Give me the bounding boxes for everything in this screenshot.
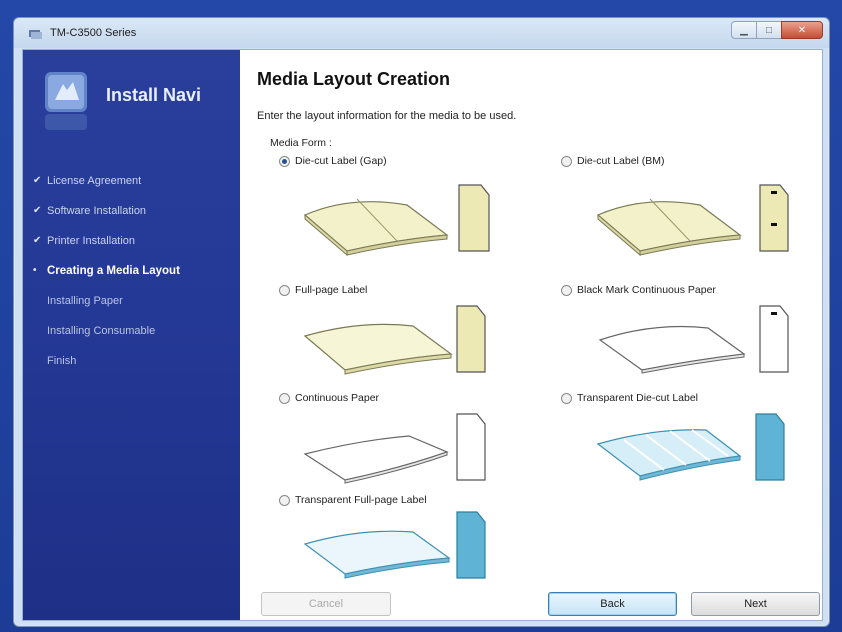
maximize-button[interactable]: □ [756,21,782,39]
step-label: License Agreement [47,175,142,187]
main-panel: Media Layout Creation Enter the layout i… [241,50,822,620]
close-icon: ✕ [797,24,807,36]
option-label: Black Mark Continuous Paper [577,284,716,296]
radio-unselected-icon[interactable] [279,392,290,404]
check-icon: ✔ [33,235,42,246]
page-title: Media Layout Creation [257,69,451,89]
step-creating-media-layout: • Creating a Media Layout [33,264,180,294]
option-label: Transparent Die-cut Label [577,392,699,404]
minimize-icon: ▁ [740,24,748,36]
step-license-agreement: ✔ License Agreement [33,174,180,204]
window-client: Install Navi ✔ License Agreement ✔ Softw… [22,49,823,621]
media-form-label: Media Form : [270,137,332,149]
wizard-sidebar: Install Navi ✔ License Agreement ✔ Softw… [23,50,240,620]
maximize-icon: □ [765,24,773,36]
radio-unselected-icon[interactable] [561,284,572,296]
step-software-installation: ✔ Software Installation [33,204,180,234]
radio-transparent-full-page-label[interactable]: Transparent Full-page Label [279,494,427,506]
window-controls: ▁ □ ✕ [731,21,823,39]
step-label: Finish [47,355,77,367]
instruction-text: Enter the layout information for the med… [257,110,517,122]
radio-transparent-die-cut-label[interactable]: Transparent Die-cut Label [561,392,698,404]
install-navi-logo [45,72,87,130]
close-button[interactable]: ✕ [781,21,823,39]
option-label: Die-cut Label (Gap) [295,155,387,167]
app-icon [29,30,42,39]
cancel-button[interactable]: Cancel [261,592,391,616]
radio-selected-icon[interactable] [279,155,290,167]
transparent-die-cut-illustration [596,413,785,481]
radio-full-page-label[interactable]: Full-page Label [279,284,367,296]
radio-die-cut-label-gap[interactable]: Die-cut Label (Gap) [279,155,387,167]
next-button[interactable]: Next [691,592,820,616]
wizard-steps: ✔ License Agreement ✔ Software Installat… [33,174,180,384]
brand-title: Install Navi [106,85,202,105]
die-cut-bm-illustration [596,184,789,257]
option-label: Transparent Full-page Label [295,494,427,506]
radio-unselected-icon[interactable] [279,284,290,296]
option-label: Die-cut Label (BM) [577,155,665,167]
bullet-icon: • [33,265,37,276]
radio-unselected-icon[interactable] [561,392,572,404]
full-page-label-illustration [303,305,486,375]
radio-unselected-icon[interactable] [561,155,572,167]
black-mark-continuous-illustration [598,305,789,374]
step-label: Software Installation [47,205,147,217]
step-installing-consumable: Installing Consumable [33,324,180,354]
title-bar[interactable]: TM-C3500 Series ▁ □ ✕ [14,18,829,48]
step-label: Installing Paper [47,295,123,307]
continuous-paper-illustration [303,413,486,484]
window-title: TM-C3500 Series [50,27,137,39]
radio-black-mark-continuous-paper[interactable]: Black Mark Continuous Paper [561,284,716,296]
radio-die-cut-label-bm[interactable]: Die-cut Label (BM) [561,155,665,167]
step-label: Printer Installation [47,235,136,247]
step-printer-installation: ✔ Printer Installation [33,234,180,264]
back-button[interactable]: Back [548,592,677,616]
check-icon: ✔ [33,175,42,186]
die-cut-gap-illustration [303,184,490,257]
installer-window: TM-C3500 Series ▁ □ ✕ Install Navi ✔ Lic… [13,17,830,627]
radio-continuous-paper[interactable]: Continuous Paper [279,392,379,404]
option-label: Full-page Label [295,284,368,296]
step-installing-paper: Installing Paper [33,294,180,324]
check-icon: ✔ [33,205,42,216]
step-label: Installing Consumable [47,325,156,337]
radio-unselected-icon[interactable] [279,494,290,506]
option-label: Continuous Paper [295,392,380,404]
transparent-full-page-illustration [303,511,486,579]
step-label: Creating a Media Layout [47,265,180,277]
minimize-button[interactable]: ▁ [731,21,757,39]
step-finish: Finish [33,354,180,384]
